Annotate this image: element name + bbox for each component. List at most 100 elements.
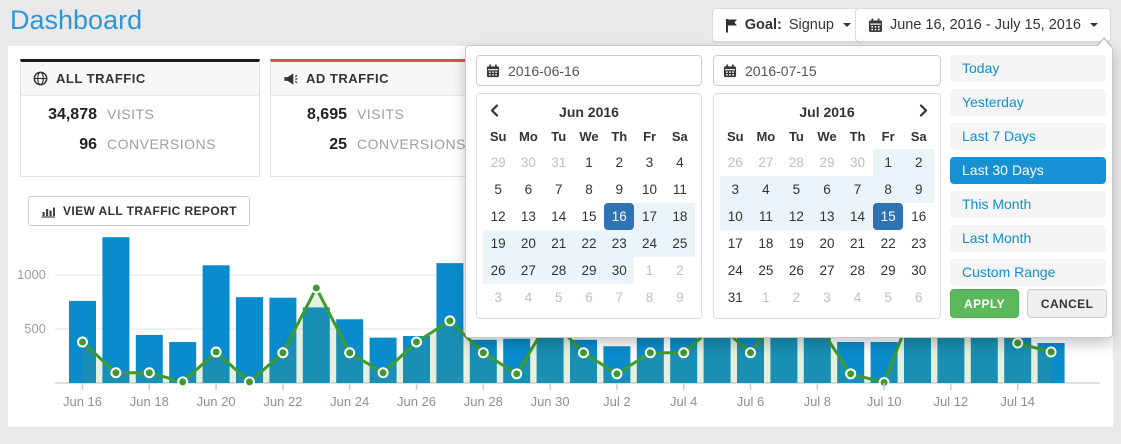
day-cell[interactable]: 1 (574, 149, 604, 176)
conversions-point[interactable] (846, 369, 855, 378)
day-cell[interactable]: 3 (812, 284, 843, 311)
day-cell[interactable]: 31 (720, 284, 751, 311)
day-cell[interactable]: 30 (604, 257, 634, 284)
day-cell[interactable]: 10 (720, 203, 751, 230)
day-cell[interactable]: 29 (574, 257, 604, 284)
day-cell[interactable]: 28 (781, 149, 812, 176)
day-cell[interactable]: 14 (544, 203, 574, 230)
day-cell[interactable]: 24 (720, 257, 751, 284)
date-range-button[interactable]: June 16, 2016 - July 15, 2016 (855, 8, 1111, 42)
day-cell[interactable]: 8 (574, 176, 604, 203)
day-cell[interactable]: 2 (781, 284, 812, 311)
conversions-point[interactable] (512, 369, 521, 378)
day-cell[interactable]: 6 (574, 284, 604, 311)
day-cell[interactable]: 1 (634, 257, 664, 284)
range-item-last-30-days[interactable]: Last 30 Days (950, 157, 1106, 184)
conversions-point[interactable] (746, 348, 755, 357)
day-cell[interactable]: 30 (903, 257, 934, 284)
range-item-this-month[interactable]: This Month (950, 191, 1106, 218)
conversions-point[interactable] (78, 337, 87, 346)
day-cell[interactable]: 9 (604, 176, 634, 203)
day-cell[interactable]: 12 (483, 203, 513, 230)
conversions-point[interactable] (412, 337, 421, 346)
day-cell[interactable]: 25 (751, 257, 782, 284)
chevron-right-icon[interactable] (912, 104, 934, 120)
day-cell[interactable]: 5 (873, 284, 904, 311)
day-cell[interactable]: 12 (781, 203, 812, 230)
conversions-point[interactable] (345, 348, 354, 357)
day-cell[interactable]: 1 (751, 284, 782, 311)
day-cell[interactable]: 13 (812, 203, 843, 230)
day-cell[interactable]: 2 (604, 149, 634, 176)
day-cell[interactable]: 23 (903, 230, 934, 257)
visits-bar[interactable] (102, 237, 129, 383)
day-cell[interactable]: 19 (781, 230, 812, 257)
day-cell[interactable]: 25 (665, 230, 695, 257)
day-cell[interactable]: 28 (842, 257, 873, 284)
range-item-custom-range[interactable]: Custom Range (950, 259, 1106, 286)
cancel-button[interactable]: CANCEL (1027, 289, 1107, 318)
conversions-point[interactable] (579, 348, 588, 357)
goal-selector-button[interactable]: Goal: Signup (712, 8, 864, 42)
day-cell[interactable]: 16 (903, 203, 934, 230)
day-cell[interactable]: 27 (513, 257, 543, 284)
day-cell[interactable]: 18 (751, 230, 782, 257)
day-cell[interactable]: 20 (513, 230, 543, 257)
day-cell[interactable]: 17 (634, 203, 664, 230)
conversions-point[interactable] (379, 368, 388, 377)
selected-day-cell[interactable]: 15 (873, 203, 904, 230)
day-cell[interactable]: 13 (513, 203, 543, 230)
conversions-point[interactable] (679, 348, 688, 357)
day-cell[interactable]: 21 (544, 230, 574, 257)
day-cell[interactable]: 31 (544, 149, 574, 176)
day-cell[interactable]: 7 (544, 176, 574, 203)
day-cell[interactable]: 14 (842, 203, 873, 230)
range-item-last-month[interactable]: Last Month (950, 225, 1106, 252)
day-cell[interactable]: 22 (873, 230, 904, 257)
conversions-point[interactable] (612, 369, 621, 378)
day-cell[interactable]: 9 (903, 176, 934, 203)
range-item-yesterday[interactable]: Yesterday (950, 89, 1106, 116)
conversions-point[interactable] (178, 377, 187, 386)
conversions-point[interactable] (145, 368, 154, 377)
day-cell[interactable]: 30 (513, 149, 543, 176)
conversions-point[interactable] (278, 348, 287, 357)
day-cell[interactable]: 20 (812, 230, 843, 257)
day-cell[interactable]: 8 (873, 176, 904, 203)
day-cell[interactable]: 4 (665, 149, 695, 176)
day-cell[interactable]: 10 (634, 176, 664, 203)
day-cell[interactable]: 1 (873, 149, 904, 176)
conversions-point[interactable] (1047, 348, 1056, 357)
day-cell[interactable]: 8 (634, 284, 664, 311)
day-cell[interactable]: 4 (513, 284, 543, 311)
day-cell[interactable]: 29 (483, 149, 513, 176)
conversions-point[interactable] (445, 316, 454, 325)
day-cell[interactable]: 21 (842, 230, 873, 257)
day-cell[interactable]: 6 (903, 284, 934, 311)
day-cell[interactable]: 5 (544, 284, 574, 311)
apply-button[interactable]: APPLY (950, 289, 1019, 318)
conversions-point[interactable] (312, 283, 321, 292)
day-cell[interactable]: 17 (720, 230, 751, 257)
day-cell[interactable]: 4 (751, 176, 782, 203)
day-cell[interactable]: 3 (720, 176, 751, 203)
day-cell[interactable]: 18 (665, 203, 695, 230)
day-cell[interactable]: 11 (665, 176, 695, 203)
day-cell[interactable]: 5 (483, 176, 513, 203)
conversions-point[interactable] (245, 377, 254, 386)
day-cell[interactable]: 2 (903, 149, 934, 176)
start-date-input[interactable]: 2016-06-16 (476, 55, 702, 86)
conversions-point[interactable] (646, 348, 655, 357)
view-all-traffic-report-button[interactable]: VIEW ALL TRAFFIC REPORT (28, 196, 250, 226)
conversions-point[interactable] (111, 368, 120, 377)
day-cell[interactable]: 3 (634, 149, 664, 176)
day-cell[interactable]: 30 (842, 149, 873, 176)
day-cell[interactable]: 23 (604, 230, 634, 257)
day-cell[interactable]: 26 (720, 149, 751, 176)
day-cell[interactable]: 27 (751, 149, 782, 176)
day-cell[interactable]: 28 (544, 257, 574, 284)
selected-day-cell[interactable]: 16 (604, 203, 634, 230)
day-cell[interactable]: 24 (634, 230, 664, 257)
range-item-today[interactable]: Today (950, 55, 1106, 82)
day-cell[interactable]: 19 (483, 230, 513, 257)
